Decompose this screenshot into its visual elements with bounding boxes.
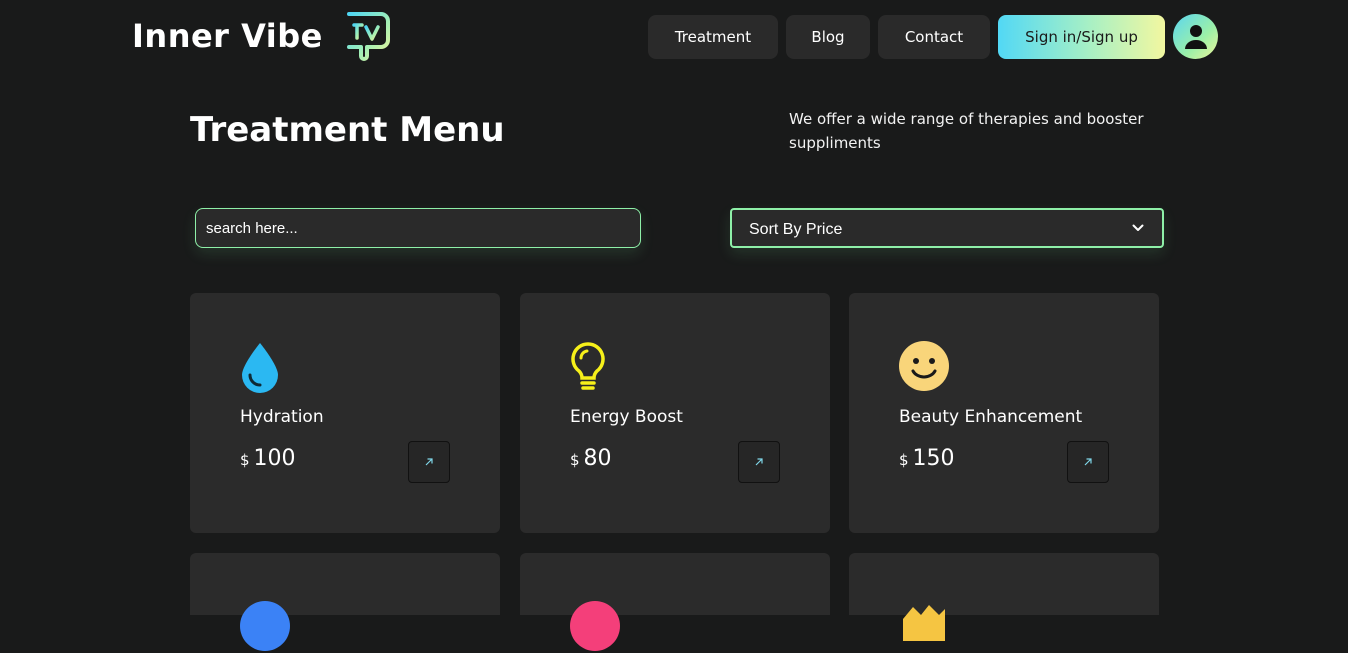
card-title: Hydration	[240, 407, 324, 427]
card-title: Energy Boost	[570, 407, 683, 427]
nav-treatment-button[interactable]: Treatment	[648, 14, 778, 59]
card-price: $ 150	[899, 446, 955, 471]
pink-circle-icon	[570, 601, 622, 653]
arrow-up-right-icon	[755, 458, 763, 466]
sort-selected-value: Sort By Price	[749, 221, 843, 238]
card-price: $ 100	[240, 446, 296, 471]
page-tagline: We offer a wide range of therapies and b…	[789, 110, 1144, 152]
page-title: Treatment Menu	[190, 110, 505, 150]
nav-contact-button[interactable]: Contact	[878, 14, 990, 59]
treatment-card[interactable]	[190, 553, 500, 651]
price-amount: 100	[253, 446, 296, 471]
sort-select[interactable]: Sort By Price	[730, 208, 1164, 248]
search-input[interactable]	[195, 208, 641, 248]
treatment-card-hydration[interactable]: Hydration $ 100	[190, 293, 500, 533]
card-price: $ 80	[570, 446, 612, 471]
arrow-up-right-icon	[425, 458, 433, 466]
main-nav: Treatment Blog Contact Sign in/Sign up	[648, 14, 1218, 59]
treatment-card-beauty-enhancement[interactable]: Beauty Enhancement $ 150	[849, 293, 1159, 533]
price-amount: 80	[583, 446, 612, 471]
chevron-down-icon	[1132, 224, 1144, 231]
treatment-card[interactable]	[849, 553, 1159, 641]
crown-icon	[899, 601, 951, 653]
brand-name: Inner Vibe	[132, 17, 323, 55]
card-open-button[interactable]	[1067, 441, 1109, 483]
card-open-button[interactable]	[408, 441, 450, 483]
price-amount: 150	[912, 446, 955, 471]
price-currency: $	[899, 451, 909, 469]
card-open-button[interactable]	[738, 441, 780, 483]
blue-circle-icon	[240, 601, 292, 653]
brand[interactable]: Inner Vibe	[132, 10, 393, 62]
card-title: Beauty Enhancement	[899, 407, 1083, 427]
treatment-card-energy-boost[interactable]: Energy Boost $ 80	[520, 293, 830, 533]
brand-logo-icon	[343, 12, 390, 61]
nav-blog-button[interactable]: Blog	[786, 14, 870, 59]
smiley-face-icon	[899, 341, 951, 393]
user-icon	[1184, 24, 1207, 49]
price-currency: $	[570, 451, 580, 469]
light-bulb-icon	[570, 341, 622, 393]
signin-signup-button[interactable]: Sign in/Sign up	[998, 14, 1165, 59]
arrow-up-right-icon	[1084, 458, 1092, 466]
price-currency: $	[240, 451, 250, 469]
water-drop-icon	[240, 341, 292, 393]
treatment-card[interactable]	[520, 553, 830, 651]
user-avatar[interactable]	[1173, 14, 1218, 59]
